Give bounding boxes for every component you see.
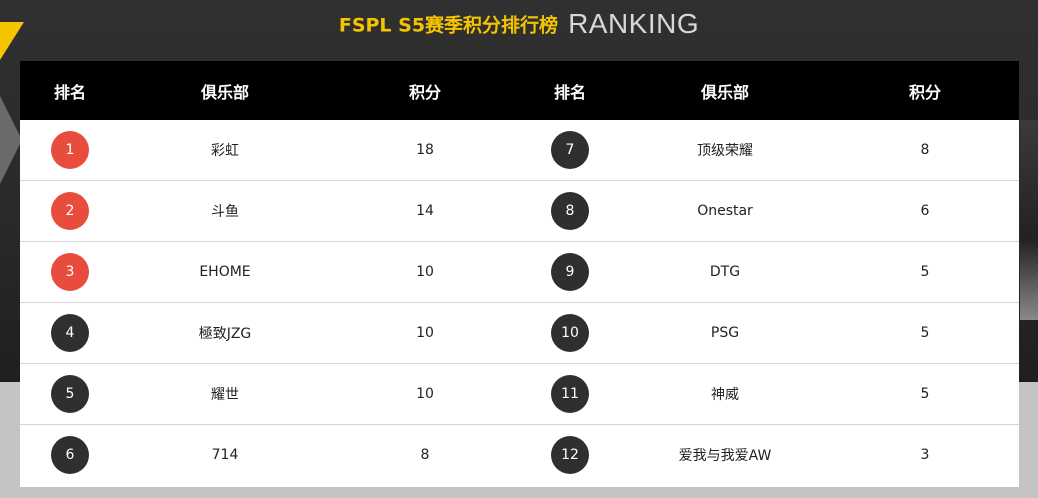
rank-badge: 8 <box>551 192 589 230</box>
rank-badge: 3 <box>51 253 89 291</box>
points-value: 10 <box>416 264 434 280</box>
rank-badge: 11 <box>551 375 589 413</box>
club-name: PSG <box>710 325 740 341</box>
rank-badge: 10 <box>551 314 589 352</box>
points-value: 5 <box>920 264 930 280</box>
points-value: 5 <box>920 325 930 341</box>
points-value: 5 <box>920 386 930 402</box>
rank-badge: 4 <box>51 314 89 352</box>
points-value: 18 <box>416 142 434 158</box>
rank-badge: 12 <box>551 436 589 474</box>
points-value: 6 <box>920 203 930 219</box>
club-name: 714 <box>211 447 239 463</box>
club-name: 極致JZG <box>198 326 252 342</box>
rank-badge: 9 <box>551 253 589 291</box>
table-row: 4 極致JZG 10 10 PSG 5 <box>20 303 1019 364</box>
rank-badge: 2 <box>51 192 89 230</box>
points-value: 3 <box>920 447 930 463</box>
column-header-rank-left: 排名 <box>53 82 86 102</box>
club-name: 顶级荣耀 <box>697 143 753 159</box>
club-name: 彩虹 <box>211 143 239 159</box>
column-header-club-left: 俱乐部 <box>200 82 249 102</box>
table-row: 2 斗鱼 14 8 Onestar 6 <box>20 181 1019 242</box>
points-value: 10 <box>416 325 434 341</box>
points-value: 10 <box>416 386 434 402</box>
column-header-points-left: 积分 <box>408 82 441 102</box>
column-header-club-right: 俱乐部 <box>700 82 749 102</box>
club-name: 神威 <box>711 387 739 403</box>
points-value: 14 <box>416 203 434 219</box>
column-header-rank-right: 排名 <box>553 82 586 102</box>
table-row: 5 耀世 10 11 神威 5 <box>20 364 1019 425</box>
rank-badge: 7 <box>551 131 589 169</box>
points-value: 8 <box>420 447 430 463</box>
club-name: 斗鱼 <box>211 204 239 220</box>
rank-badge: 5 <box>51 375 89 413</box>
club-name: EHOME <box>199 264 251 280</box>
club-name: 爱我与我爱AW <box>678 448 772 464</box>
table-row: 1 彩虹 18 7 顶级荣耀 8 <box>20 120 1019 181</box>
page-title: FSPL S5赛季积分排行榜 RANKING <box>0 8 1038 44</box>
table-row: 6 714 8 12 爱我与我爱AW 3 <box>20 425 1019 485</box>
club-name: DTG <box>709 264 741 280</box>
ranking-table: 排名 俱乐部 积分 排名 俱乐部 积分 1 彩虹 18 7 顶级荣耀 8 2 斗… <box>20 61 1019 487</box>
table-header: 排名 俱乐部 积分 排名 俱乐部 积分 <box>20 61 1019 120</box>
title-english: RANKING <box>568 8 700 39</box>
club-name: Onestar <box>697 203 753 219</box>
title-chinese: FSPL S5赛季积分排行榜 <box>338 14 559 37</box>
club-name: 耀世 <box>211 387 239 403</box>
column-header-points-right: 积分 <box>908 82 941 102</box>
grey-arrow-decoration <box>0 96 22 184</box>
table-row: 3 EHOME 10 9 DTG 5 <box>20 242 1019 303</box>
points-value: 8 <box>920 142 930 158</box>
rank-badge: 1 <box>51 131 89 169</box>
rank-badge: 6 <box>51 436 89 474</box>
